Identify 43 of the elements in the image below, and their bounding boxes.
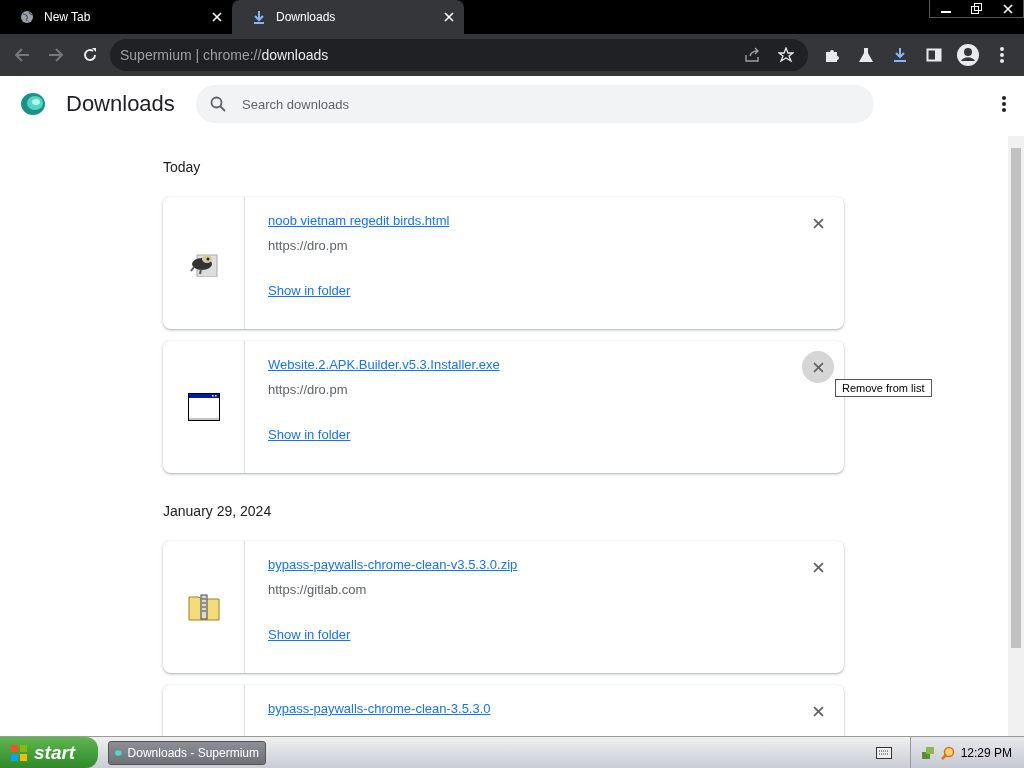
page-title: Downloads <box>66 91 176 117</box>
network-icon[interactable] <box>920 745 935 760</box>
search-icon <box>210 96 226 112</box>
browser-tab[interactable]: New Tab <box>0 0 232 34</box>
browser-tab[interactable]: Downloads <box>232 0 464 34</box>
close-icon <box>812 361 824 373</box>
file-name-link[interactable]: Website.2.APK.Builder.v5.3.Installer.exe <box>268 357 500 372</box>
search-bar[interactable]: Search downloads <box>196 85 874 123</box>
start-button[interactable]: start <box>0 737 98 768</box>
close-icon <box>812 705 824 717</box>
date-heading: January 29, 2024 <box>163 503 273 521</box>
file-name-link[interactable]: bypass-paywalls-chrome-clean-v3.5.3.0.zip <box>268 557 518 572</box>
show-in-folder-link[interactable]: Show in folder <box>268 627 351 642</box>
tooltip: Remove from list <box>835 379 932 397</box>
restore-icon[interactable] <box>971 3 982 14</box>
tab-close-icon <box>444 12 454 22</box>
show-in-folder-link[interactable]: Show in folder <box>268 283 351 298</box>
taskbar-task[interactable]: Downloads - Supermium <box>108 740 266 765</box>
globe-icon <box>20 10 34 24</box>
search-field[interactable]: Search downloads <box>240 95 860 113</box>
zip-folder-icon <box>187 593 220 621</box>
source-url: https://dro.pm <box>268 382 348 397</box>
logo-icon <box>20 92 46 116</box>
more-icon[interactable] <box>1002 96 1006 112</box>
profile-icon[interactable] <box>954 41 982 69</box>
windows-logo-icon <box>10 743 28 762</box>
tab-close-icon <box>212 12 222 22</box>
scrollbar[interactable] <box>1008 136 1024 736</box>
close-icon <box>812 561 824 573</box>
window-file-icon <box>187 393 220 421</box>
keyboard-icon[interactable] <box>875 746 892 759</box>
file-name-link[interactable]: noob vietnam regedit birds.html <box>268 213 450 228</box>
show-in-folder-link[interactable]: Show in folder <box>268 427 351 442</box>
download-icon <box>252 10 266 24</box>
date-heading: Today <box>163 159 202 177</box>
file-name-link[interactable]: bypass-paywalls-chrome-clean-3.5.3.0 <box>268 701 491 716</box>
close-window-icon <box>1002 3 1013 14</box>
address-bar[interactable]: Supermium | chrome://downloads <box>110 39 808 71</box>
close-icon <box>812 217 824 229</box>
source-url: https://dro.pm <box>268 238 348 253</box>
source-url: https://gitlab.com <box>268 582 367 597</box>
remove-button[interactable] <box>802 351 834 383</box>
clock: 12:29 PM <box>960 745 1012 760</box>
